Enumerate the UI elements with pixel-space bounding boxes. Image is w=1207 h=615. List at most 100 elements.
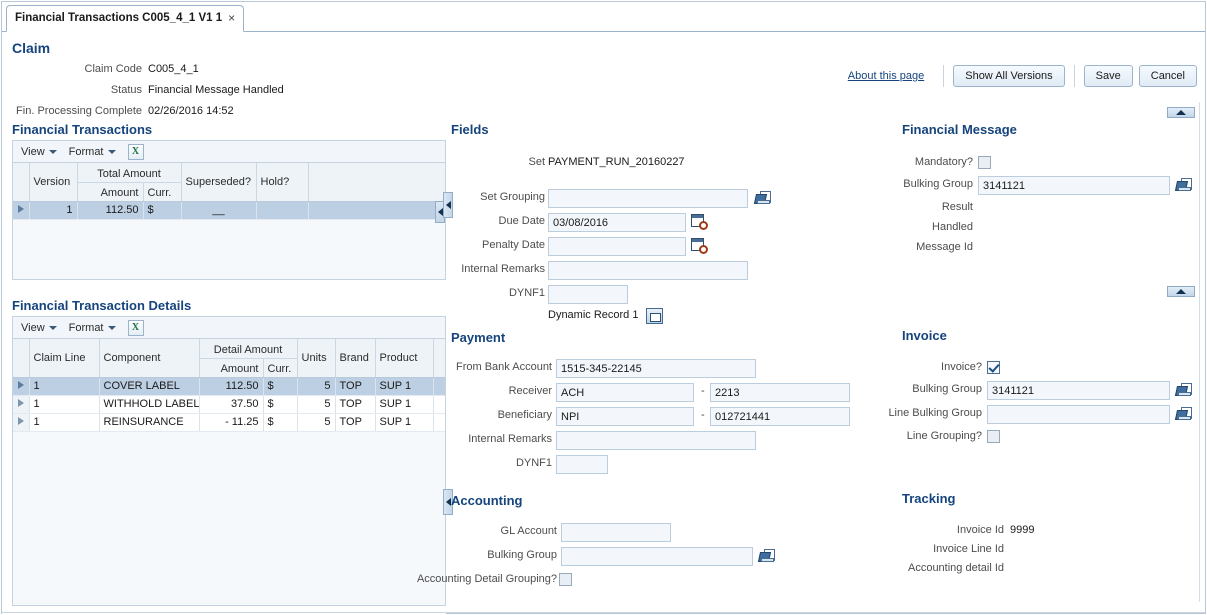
header-value-status: Financial Message Handled [148, 84, 284, 96]
chevron-down-icon [107, 149, 116, 154]
row-selector-header [13, 339, 30, 378]
label-set-grouping: Set Grouping [480, 191, 545, 203]
format-menu[interactable]: Format [69, 322, 116, 334]
row-expand-toggle[interactable] [13, 377, 30, 396]
save-button[interactable]: Save [1083, 65, 1133, 87]
value-invoice-id: 9999 [1010, 524, 1035, 536]
column-header-version[interactable]: Version [29, 163, 78, 202]
label-invoice-id: Invoice Id [956, 524, 1004, 536]
column-header-curr[interactable]: Curr. [143, 182, 182, 202]
row-expand-toggle[interactable] [13, 395, 30, 414]
lov-flashlight-icon[interactable] [753, 190, 772, 206]
financial-transaction-details-toolbar: View Format [12, 316, 446, 338]
column-header-curr[interactable]: Curr. [263, 358, 298, 378]
divider [1073, 65, 1075, 87]
column-header-brand[interactable]: Brand [335, 339, 376, 378]
header-field-status: Status [2, 82, 142, 98]
field-row-internal-remarks: Internal Remarks [449, 261, 892, 281]
row-expand-toggle[interactable] [13, 413, 30, 432]
divider [943, 65, 945, 87]
calendar-icon[interactable] [691, 214, 708, 230]
field-row-invoice: Invoice? [893, 359, 1207, 379]
calendar-icon[interactable] [691, 238, 708, 254]
about-this-page-link[interactable]: About this page [848, 70, 924, 82]
chevron-right-icon [17, 417, 24, 425]
column-header-amount[interactable]: Amount [77, 182, 144, 202]
financial-message-collapse-handle-top[interactable] [1167, 107, 1195, 118]
fm-bulking-group-input[interactable] [978, 176, 1170, 195]
label-invoice-bulking-group: Bulking Group [912, 383, 982, 395]
tab-financial-transactions[interactable]: Financial Transactions C005_4_1 V1 1 × [6, 5, 245, 32]
column-header-claim-line[interactable]: Claim Line [29, 339, 100, 378]
row-selector-header [13, 163, 30, 202]
table-row[interactable]: 1 112.50 $ __ [13, 201, 445, 220]
label-message-id: Message Id [916, 241, 973, 253]
cancel-button[interactable]: Cancel [1138, 65, 1197, 87]
beneficiary-input[interactable] [556, 407, 694, 426]
penalty-date-input[interactable] [548, 237, 686, 256]
view-menu[interactable]: View [21, 146, 57, 158]
financial-transactions-title: Financial Transactions [12, 122, 153, 137]
row-expand-toggle[interactable] [13, 201, 30, 220]
field-row-accounting-detail-grouping: Accounting Detail Grouping? [417, 571, 892, 591]
payment-dynf1-input[interactable] [556, 455, 608, 474]
financial-transactions-table: Version Total Amount Superseded? Hold? A… [13, 163, 445, 220]
dynamic-record-icon[interactable] [646, 308, 663, 324]
excel-export-icon[interactable] [127, 319, 144, 336]
field-row-line-bulking-group: Line Bulking Group [888, 405, 1207, 425]
invoice-bulking-group-input[interactable] [987, 381, 1170, 400]
format-menu[interactable]: Format [69, 146, 116, 158]
cell-superseded: __ [181, 201, 257, 220]
column-header-component[interactable]: Component [99, 339, 200, 378]
chevron-right-icon [17, 399, 24, 407]
lov-flashlight-icon[interactable] [1174, 177, 1193, 193]
line-bulking-group-input[interactable] [987, 405, 1170, 424]
cell-brand: TOP [335, 413, 376, 432]
lov-flashlight-icon[interactable] [1174, 406, 1193, 422]
label-internal-remarks: Internal Remarks [461, 263, 545, 275]
value-set: PAYMENT_RUN_20160227 [548, 156, 685, 168]
accounting-detail-grouping-checkbox[interactable] [559, 573, 572, 586]
field-row-line-grouping: Line Grouping? [893, 428, 1207, 448]
invoice-checkbox[interactable] [987, 361, 1000, 374]
column-divider [1199, 102, 1200, 602]
view-menu[interactable]: View [21, 322, 57, 334]
cell-currency: $ [143, 201, 182, 220]
label-accounting-detail-id: Accounting detail Id [907, 562, 1004, 574]
receiver-separator: - [701, 385, 705, 397]
financial-message-collapse-handle-bottom[interactable] [1167, 286, 1195, 297]
chevron-right-icon [17, 205, 24, 213]
cell-units: 5 [297, 413, 336, 432]
header-label-claim-code: Claim Code [84, 63, 142, 75]
label-result: Result [941, 201, 973, 213]
due-date-input[interactable] [548, 213, 686, 232]
column-header-amount[interactable]: Amount [199, 358, 264, 378]
excel-export-icon[interactable] [127, 143, 144, 160]
receiver-input[interactable] [556, 383, 694, 402]
field-row-accounting-detail-id: Accounting detail Id [893, 560, 1207, 578]
column-header-units[interactable]: Units [297, 339, 336, 378]
column-header-hold[interactable]: Hold? [256, 163, 309, 202]
field-row-dynamic-record: Dynamic Record 1 [449, 307, 892, 327]
internal-remarks-input[interactable] [548, 261, 748, 280]
column-header-superseded[interactable]: Superseded? [181, 163, 257, 202]
show-all-versions-button[interactable]: Show All Versions [953, 65, 1065, 87]
from-bank-account-input[interactable] [556, 359, 756, 378]
right-column: Financial Message Mandatory? Bulking Gro… [888, 102, 1207, 615]
financial-transactions-grid: Version Total Amount Superseded? Hold? A… [12, 162, 446, 280]
label-payment-dynf1: DYNF1 [515, 457, 552, 469]
lov-flashlight-icon[interactable] [757, 548, 776, 564]
label-handled: Handled [932, 221, 973, 233]
line-grouping-checkbox[interactable] [987, 430, 1000, 443]
gl-account-input[interactable] [561, 523, 671, 542]
field-row-message-id: Message Id [893, 239, 1207, 257]
payment-internal-remarks-input[interactable] [556, 431, 756, 450]
close-icon[interactable]: × [228, 12, 235, 24]
dynf1-input[interactable] [548, 285, 628, 304]
mandatory-checkbox[interactable] [978, 156, 991, 169]
lov-flashlight-icon[interactable] [1174, 382, 1193, 398]
accounting-bulking-group-input[interactable] [561, 547, 753, 566]
label-dynamic-record: Dynamic Record 1 [548, 309, 639, 321]
set-grouping-input[interactable] [548, 189, 748, 208]
cell-amount: 112.50 [199, 377, 264, 396]
